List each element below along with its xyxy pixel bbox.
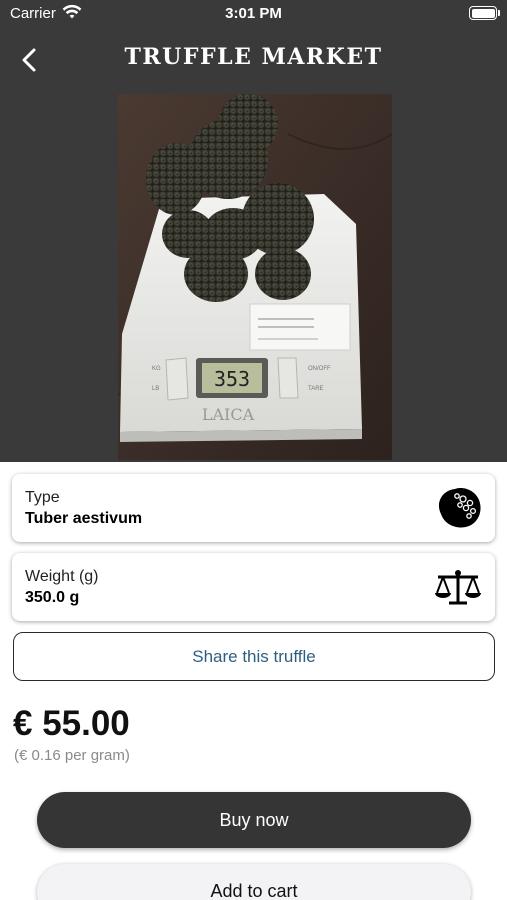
page-title: TRUFFLE MARKET xyxy=(124,44,383,70)
battery-icon xyxy=(469,6,500,20)
scale-display: 353 xyxy=(214,367,250,391)
scale-label-kg: KG xyxy=(152,366,161,372)
truffle-icon xyxy=(433,484,483,532)
type-value: Tuber aestivum xyxy=(25,510,143,527)
price: € 55.00 xyxy=(13,704,130,743)
weight-label: Weight (g) xyxy=(25,568,99,585)
share-button[interactable]: Share this truffle xyxy=(13,632,495,681)
price-per-gram: (€ 0.16 per gram) xyxy=(14,747,130,764)
truffle-photo: 353 KG LB ON/OFF TARE LAICA xyxy=(118,94,392,460)
photo-area: 353 KG LB ON/OFF TARE LAICA xyxy=(0,92,507,462)
scale-balance-icon xyxy=(433,563,483,611)
scale-brand: LAICA xyxy=(202,405,255,424)
type-label: Type xyxy=(25,489,60,506)
add-to-cart-button[interactable]: Add to cart xyxy=(37,864,471,900)
clock: 3:01 PM xyxy=(225,5,282,22)
status-bar: Carrier 3:01 PM xyxy=(0,0,507,28)
weight-card: Weight (g) 350.0 g xyxy=(12,553,495,621)
navigation-bar: TRUFFLE MARKET xyxy=(0,28,507,92)
scale-label-lb: LB xyxy=(152,386,159,392)
type-card: Type Tuber aestivum xyxy=(12,474,495,542)
scale-label-tare: TARE xyxy=(308,386,324,392)
scale-label-onoff: ON/OFF xyxy=(308,366,331,372)
weight-value: 350.0 g xyxy=(25,589,80,606)
buy-now-button[interactable]: Buy now xyxy=(37,792,471,848)
